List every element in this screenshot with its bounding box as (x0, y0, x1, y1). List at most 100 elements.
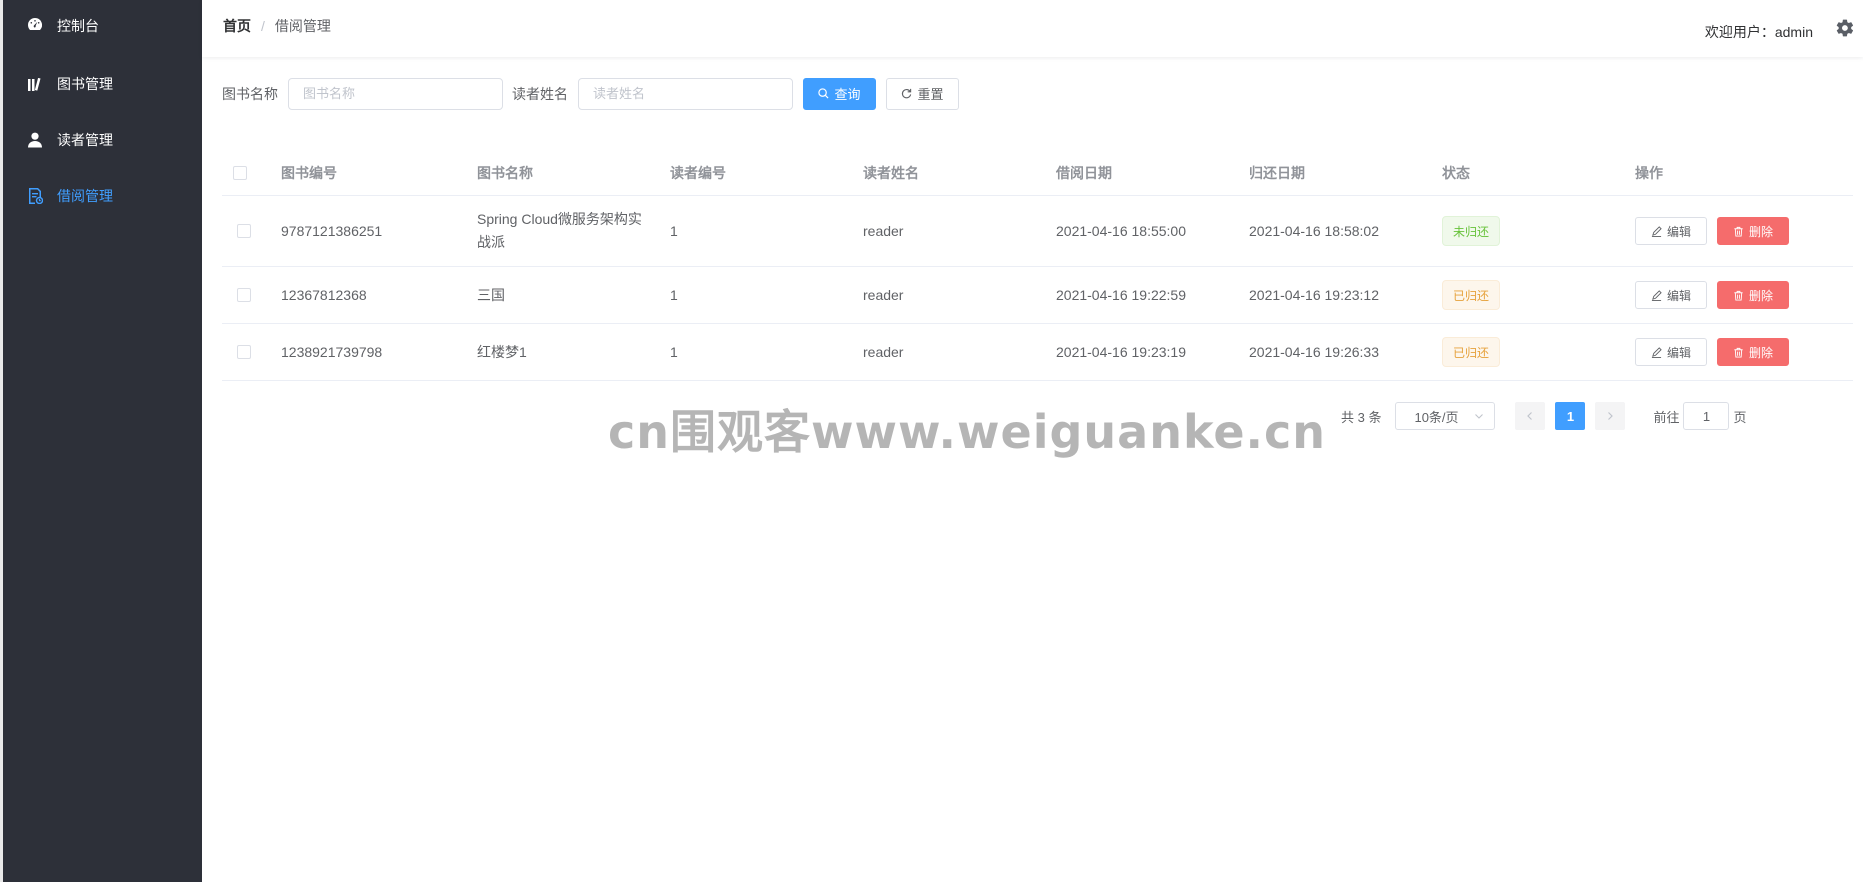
trash-icon (1734, 226, 1743, 237)
query-label: 查询 (834, 87, 861, 102)
reader-name-cell: reader (863, 344, 904, 360)
book-name-cell: Spring Cloud微服务架构实战派 (477, 211, 642, 250)
sidebar-item-books[interactable]: 图书管理 (3, 56, 202, 112)
breadcrumb-current: 借阅管理 (274, 18, 331, 34)
reader-no-cell: 1 (670, 287, 678, 303)
breadcrumb: 首页 / 借阅管理 (223, 16, 331, 36)
column-header: 图书名称 (477, 164, 533, 181)
sidebar-item-label: 控制台 (57, 18, 99, 34)
book-name-cell: 三国 (477, 286, 505, 303)
column-header: 借阅日期 (1056, 164, 1112, 181)
table-row: 12367812368 三国 1 reader 2021-04-16 19:22… (222, 267, 1853, 324)
row-checkbox[interactable] (237, 345, 251, 359)
status-badge: 已归还 (1442, 337, 1501, 367)
edit-label: 编辑 (1667, 345, 1692, 360)
edit-label: 编辑 (1667, 288, 1692, 303)
reader-name-input[interactable] (578, 77, 793, 110)
page-size-select[interactable]: 10条/页 (1395, 402, 1496, 430)
status-badge: 已归还 (1442, 280, 1501, 310)
page-unit-label: 页 (1733, 409, 1747, 425)
edit-icon (1651, 346, 1662, 358)
page-number-current[interactable]: 1 (1555, 402, 1586, 430)
edit-button[interactable]: 编辑 (1635, 217, 1708, 245)
row-checkbox-cell (237, 196, 251, 266)
borrow-date-cell: 2021-04-16 19:22:59 (1056, 287, 1186, 303)
prev-page-button[interactable] (1515, 402, 1546, 430)
column-header: 读者编号 (670, 164, 726, 181)
book-name-cell: 红楼梦1 (477, 343, 527, 360)
search-icon (818, 88, 829, 99)
user-icon (27, 132, 43, 148)
status-cell: 已归还 (1442, 267, 1501, 323)
column-header: 归还日期 (1249, 164, 1305, 181)
welcome-text: 欢迎用户：admin (1704, 24, 1813, 40)
row-checkbox-cell (237, 267, 251, 323)
pagination: 共 3 条 10条/页 1 前往 页 (1341, 402, 1747, 430)
delete-button[interactable]: 删除 (1717, 281, 1790, 309)
borrow-table: 图书编号 图书名称 读者编号 读者姓名 借阅日期 归还日期 状态 操作 9787… (222, 150, 1853, 381)
delete-button[interactable]: 删除 (1717, 338, 1790, 366)
column-header: 操作 (1635, 164, 1663, 181)
status-cell: 已归还 (1442, 324, 1501, 380)
status-cell: 未归还 (1442, 196, 1501, 266)
select-all-checkbox[interactable] (233, 165, 247, 180)
page-size-value: 10条/页 (1414, 409, 1459, 425)
return-date-cell: 2021-04-16 19:26:33 (1249, 344, 1379, 360)
book-name-label: 图书名称 (222, 85, 278, 102)
book-name-input[interactable] (288, 77, 503, 110)
pagination-total: 共 3 条 (1341, 409, 1382, 425)
refresh-icon (902, 88, 912, 99)
reader-no-cell: 1 (670, 344, 678, 360)
return-date-cell: 2021-04-16 18:58:02 (1249, 223, 1379, 239)
borrow-date-cell: 2021-04-16 19:23:19 (1056, 344, 1186, 360)
sidebar-item-dashboard[interactable]: 控制台 (3, 0, 202, 50)
delete-button[interactable]: 删除 (1717, 217, 1790, 245)
goto-page-input[interactable] (1683, 402, 1730, 430)
table-row: 1238921739798 红楼梦1 1 reader 2021-04-16 1… (222, 324, 1853, 381)
sidebar-item-readers[interactable]: 读者管理 (3, 112, 202, 168)
book-no-cell: 12367812368 (281, 287, 367, 303)
edit-button[interactable]: 编辑 (1635, 338, 1708, 366)
reset-label: 重置 (917, 87, 944, 102)
column-header: 图书编号 (281, 164, 337, 181)
table-header: 图书编号 图书名称 读者编号 读者姓名 借阅日期 归还日期 状态 操作 (222, 150, 1853, 196)
row-checkbox[interactable] (237, 224, 251, 238)
column-header: 读者姓名 (863, 164, 919, 181)
edit-icon (1651, 225, 1662, 237)
header: 首页 / 借阅管理 欢迎用户：admin (202, 0, 1863, 57)
return-date-cell: 2021-04-16 19:23:12 (1249, 287, 1379, 303)
status-badge: 未归还 (1442, 216, 1501, 246)
chevron-down-icon (1475, 414, 1484, 419)
reset-button[interactable]: 重置 (886, 77, 959, 110)
query-button[interactable]: 查询 (803, 77, 876, 110)
next-page-button[interactable] (1595, 402, 1626, 430)
sidebar-item-label: 借阅管理 (57, 188, 113, 204)
book-no-cell: 1238921739798 (281, 344, 383, 360)
trash-icon (1734, 347, 1743, 358)
reader-name-label: 读者姓名 (512, 85, 568, 102)
delete-label: 删除 (1749, 224, 1774, 239)
book-no-cell: 9787121386251 (281, 223, 383, 239)
gear-icon[interactable] (1835, 18, 1855, 38)
delete-label: 删除 (1749, 288, 1774, 303)
reader-name-cell: reader (863, 223, 904, 239)
sidebar: 控制台 图书管理 读者管理 借阅管理 (0, 0, 202, 882)
borrow-record-icon (27, 188, 43, 204)
column-header: 状态 (1442, 164, 1470, 181)
row-checkbox[interactable] (237, 288, 251, 302)
books-icon (27, 76, 43, 92)
reader-name-cell: reader (863, 287, 904, 303)
breadcrumb-home[interactable]: 首页 (223, 16, 251, 36)
edit-label: 编辑 (1667, 224, 1692, 239)
chevron-right-icon (1608, 412, 1614, 420)
sidebar-item-borrow[interactable]: 借阅管理 (3, 168, 202, 224)
sidebar-item-label: 读者管理 (57, 132, 113, 148)
goto-label: 前往 (1653, 409, 1680, 425)
select-all-cell (233, 150, 247, 195)
borrow-date-cell: 2021-04-16 18:55:00 (1056, 223, 1186, 239)
edit-button[interactable]: 编辑 (1635, 281, 1708, 309)
dashboard-icon (27, 16, 43, 32)
watermark: cn围观客www.weiguanke.cn (608, 405, 1327, 459)
table-row: 9787121386251 Spring Cloud微服务架构实战派 1 rea… (222, 196, 1853, 267)
delete-label: 删除 (1749, 345, 1774, 360)
